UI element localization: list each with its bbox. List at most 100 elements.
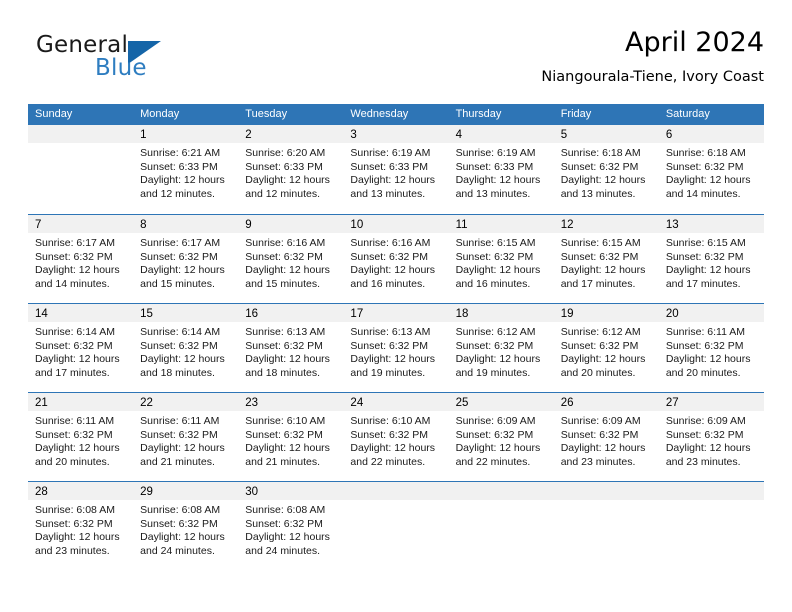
calendar-day-cell[interactable]: 22 Sunrise: 6:11 AM Sunset: 6:32 PM Dayligh… [133,393,239,481]
day-number-band: 25 [448,393,554,411]
sunset-time: Sunset: 6:32 PM [350,428,429,441]
daylight-duration-line1: Daylight: 12 hours [35,442,120,455]
calendar-day-cell[interactable]: 15 Sunrise: 6:14 AM Sunset: 6:32 PM Dayligh… [133,304,239,392]
calendar-day-cell[interactable]: 1 Sunrise: 6:21 AM Sunset: 6:33 PM Daylight… [133,125,239,214]
calendar-day-cell[interactable]: 28 Sunrise: 6:08 AM Sunset: 6:32 PM Dayligh… [28,482,134,570]
day-number: 9 [245,219,252,231]
day-details: Sunrise: 6:11 AM Sunset: 6:32 PM Daylight:… [659,322,764,380]
sunrise-time: Sunrise: 6:13 AM [245,326,326,338]
day-details: Sunrise: 6:10 AM Sunset: 6:32 PM Daylight:… [343,411,448,469]
calendar-day-cell[interactable]: 19 Sunrise: 6:12 AM Sunset: 6:32 PM Dayligh… [553,304,659,392]
day-details: Sunrise: 6:15 AM Sunset: 6:32 PM Daylight:… [554,233,659,291]
calendar-day-cell[interactable]: 5 Sunrise: 6:18 AM Sunset: 6:32 PM Daylight… [553,125,659,214]
calendar-day-cell[interactable]: 26 Sunrise: 6:09 AM Sunset: 6:32 PM Dayligh… [553,393,659,481]
calendar-week-row: 1 Sunrise: 6:21 AM Sunset: 6:33 PM Daylight… [28,125,764,214]
day-number: 23 [245,397,259,409]
calendar-day-cell[interactable]: 24 Sunrise: 6:10 AM Sunset: 6:32 PM Dayligh… [343,393,449,481]
general-blue-logo[interactable]: General Blue [36,32,216,90]
daylight-duration-line2: and 17 minutes. [35,366,110,379]
sunset-time: Sunset: 6:32 PM [350,250,429,263]
calendar-day-cell[interactable]: 13 Sunrise: 6:15 AM Sunset: 6:32 PM Dayligh… [658,215,764,303]
sunrise-time: Sunrise: 6:09 AM [665,415,746,427]
sunrise-time: Sunrise: 6:14 AM [35,326,115,338]
calendar-day-cell-empty [28,125,134,214]
sunset-time: Sunset: 6:32 PM [35,428,113,441]
calendar-day-cell[interactable]: 17 Sunrise: 6:13 AM Sunset: 6:32 PM Dayligh… [343,304,449,392]
calendar-day-cell[interactable]: 8 Sunrise: 6:17 AM Sunset: 6:32 PM Daylight… [133,215,239,303]
daylight-duration-line1: Daylight: 12 hours [665,442,751,455]
calendar-day-cell[interactable]: 6 Sunrise: 6:18 AM Sunset: 6:32 PM Daylight… [658,125,764,214]
day-number-band: 12 [553,215,659,233]
sunset-time: Sunset: 6:32 PM [245,517,323,530]
day-details: Sunrise: 6:09 AM Sunset: 6:32 PM Daylight:… [449,411,554,469]
sunset-time: Sunset: 6:32 PM [665,250,744,263]
day-number: 20 [665,308,679,320]
daylight-duration-line1: Daylight: 12 hours [245,531,330,544]
daylight-duration-line1: Daylight: 12 hours [35,531,120,544]
calendar-day-cell[interactable]: 12 Sunrise: 6:15 AM Sunset: 6:32 PM Dayligh… [553,215,659,303]
sunrise-time: Sunrise: 6:08 AM [245,504,326,516]
day-number: 2 [245,129,252,141]
calendar-day-cell[interactable]: 27 Sunrise: 6:09 AM Sunset: 6:32 PM Dayligh… [658,393,764,481]
calendar-day-cell[interactable]: 21 Sunrise: 6:11 AM Sunset: 6:32 PM Dayligh… [28,393,134,481]
sunset-time: Sunset: 6:32 PM [455,250,534,263]
weekday-header-monday: Monday [140,108,180,120]
day-details: Sunrise: 6:11 AM Sunset: 6:32 PM Daylight:… [133,411,238,469]
daylight-duration-line1: Daylight: 12 hours [245,264,330,277]
calendar-day-cell[interactable]: 16 Sunrise: 6:13 AM Sunset: 6:32 PM Dayligh… [238,304,344,392]
day-number-band: 30 [238,482,344,500]
daylight-duration-line2: and 23 minutes. [35,544,110,557]
sunset-time: Sunset: 6:32 PM [455,428,534,441]
day-number: 6 [665,129,673,141]
day-details: Sunrise: 6:20 AM Sunset: 6:33 PM Daylight:… [238,143,343,201]
day-details: Sunrise: 6:17 AM Sunset: 6:32 PM Daylight:… [28,233,133,291]
daylight-duration-line2: and 22 minutes. [350,455,426,468]
calendar-day-cell[interactable]: 30 Sunrise: 6:08 AM Sunset: 6:32 PM Dayligh… [238,482,344,570]
day-number: 4 [455,129,462,141]
calendar-day-cell[interactable]: 2 Sunrise: 6:20 AM Sunset: 6:33 PM Daylight… [238,125,344,214]
sunset-time: Sunset: 6:32 PM [35,339,113,352]
daylight-duration-line1: Daylight: 12 hours [350,353,436,366]
calendar-day-cell[interactable]: 23 Sunrise: 6:10 AM Sunset: 6:32 PM Dayligh… [238,393,344,481]
calendar-day-cell[interactable]: 7 Sunrise: 6:17 AM Sunset: 6:32 PM Daylight… [28,215,134,303]
daylight-duration-line1: Daylight: 12 hours [455,264,541,277]
sunrise-time: Sunrise: 6:08 AM [35,504,115,516]
day-details: Sunrise: 6:09 AM Sunset: 6:32 PM Daylight:… [659,411,764,469]
calendar-day-cell[interactable]: 14 Sunrise: 6:14 AM Sunset: 6:32 PM Dayligh… [28,304,134,392]
calendar-day-cell[interactable]: 18 Sunrise: 6:12 AM Sunset: 6:32 PM Dayligh… [448,304,554,392]
calendar-day-cell[interactable]: 29 Sunrise: 6:08 AM Sunset: 6:32 PM Dayligh… [133,482,239,570]
sunrise-time: Sunrise: 6:11 AM [665,326,746,338]
calendar-day-cell[interactable]: 10 Sunrise: 6:16 AM Sunset: 6:32 PM Dayligh… [343,215,449,303]
title-block: April 2024 Niangourala-Tiene, Ivory Coas… [541,26,764,88]
daylight-duration-line2: and 24 minutes. [140,544,215,557]
daylight-duration-line2: and 12 minutes. [140,187,215,200]
sunrise-time: Sunrise: 6:10 AM [245,415,326,427]
day-number-band: 29 [133,482,239,500]
calendar-day-cell[interactable]: 9 Sunrise: 6:16 AM Sunset: 6:32 PM Daylight… [238,215,344,303]
daylight-duration-line2: and 17 minutes. [665,277,741,290]
day-number-band: 21 [28,393,134,411]
calendar-day-cell[interactable]: 3 Sunrise: 6:19 AM Sunset: 6:33 PM Daylight… [343,125,449,214]
daylight-duration-line1: Daylight: 12 hours [665,264,751,277]
calendar-day-cell[interactable]: 25 Sunrise: 6:09 AM Sunset: 6:32 PM Dayligh… [448,393,554,481]
sunset-time: Sunset: 6:32 PM [560,160,639,173]
day-details: Sunrise: 6:18 AM Sunset: 6:32 PM Daylight:… [659,143,764,201]
calendar-week-row: 28 Sunrise: 6:08 AM Sunset: 6:32 PM Dayligh… [28,481,764,570]
sunrise-time: Sunrise: 6:19 AM [455,147,536,159]
day-number-band: 28 [28,482,134,500]
sunrise-time: Sunrise: 6:14 AM [140,326,221,338]
calendar-day-cell[interactable]: 20 Sunrise: 6:11 AM Sunset: 6:32 PM Dayligh… [658,304,764,392]
day-details: Sunrise: 6:21 AM Sunset: 6:33 PM Daylight:… [133,143,238,201]
calendar-day-cell[interactable]: 11 Sunrise: 6:15 AM Sunset: 6:32 PM Dayligh… [448,215,554,303]
day-number-band: 22 [133,393,239,411]
sunrise-time: Sunrise: 6:11 AM [140,415,220,427]
calendar-day-cell[interactable]: 4 Sunrise: 6:19 AM Sunset: 6:33 PM Daylight… [448,125,554,214]
sunrise-time: Sunrise: 6:18 AM [560,147,641,159]
day-details: Sunrise: 6:10 AM Sunset: 6:32 PM Daylight:… [238,411,343,469]
day-number-band: 3 [343,125,449,143]
daylight-duration-line1: Daylight: 12 hours [455,174,541,187]
sunset-time: Sunset: 6:32 PM [140,517,218,530]
daylight-duration-line2: and 20 minutes. [560,366,636,379]
daylight-duration-line1: Daylight: 12 hours [560,264,646,277]
daylight-duration-line1: Daylight: 12 hours [350,174,436,187]
